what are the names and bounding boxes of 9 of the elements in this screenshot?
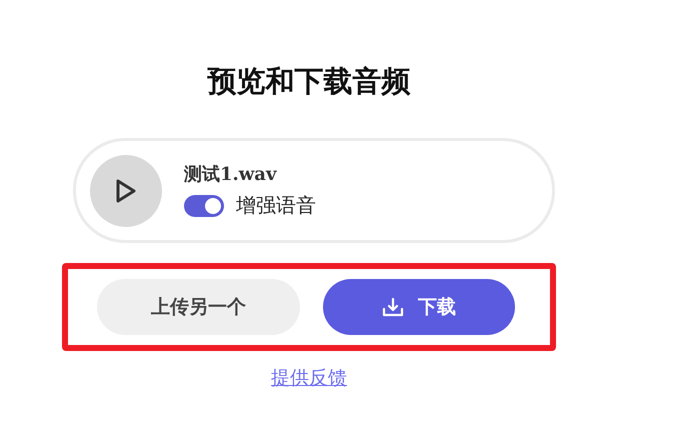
download-button[interactable]: 下载 — [323, 279, 515, 335]
feedback-link[interactable]: 提供反馈 — [271, 365, 347, 391]
download-icon — [382, 296, 404, 318]
page-title: 预览和下载音频 — [208, 63, 410, 100]
enhance-label: 增强语音 — [236, 192, 316, 219]
file-name: 测试1.wav — [184, 163, 278, 186]
play-icon — [114, 178, 138, 204]
enhance-toggle[interactable] — [184, 194, 224, 216]
upload-another-button[interactable]: 上传另一个 — [97, 279, 300, 335]
